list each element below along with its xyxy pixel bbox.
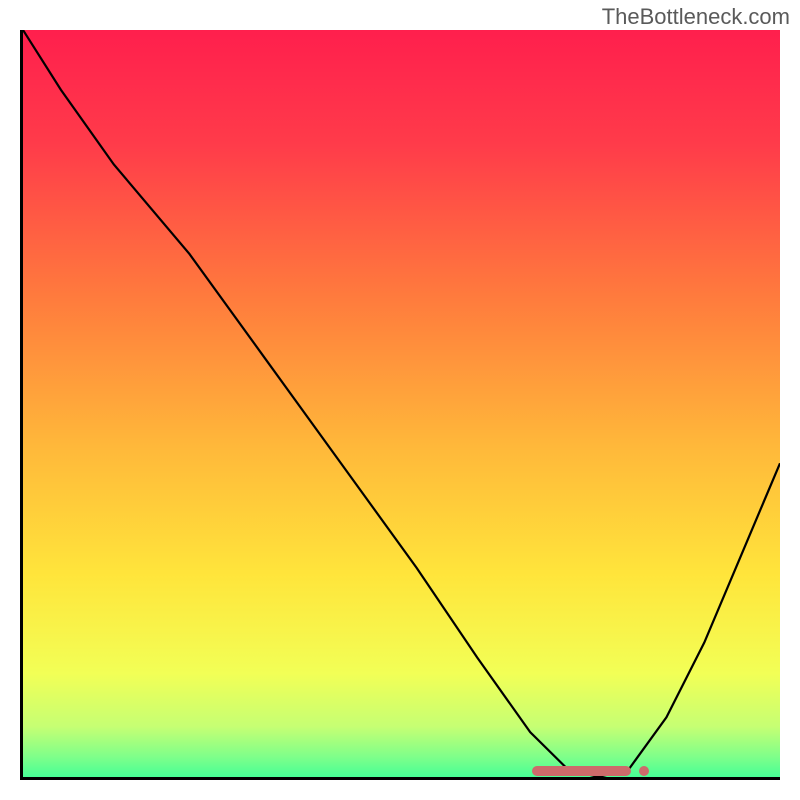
watermark-text: TheBottleneck.com bbox=[602, 4, 790, 30]
optimal-range-marker bbox=[532, 766, 631, 776]
bottleneck-curve bbox=[23, 30, 780, 777]
optimal-point-marker bbox=[639, 766, 649, 776]
chart-plot-area bbox=[20, 30, 780, 780]
